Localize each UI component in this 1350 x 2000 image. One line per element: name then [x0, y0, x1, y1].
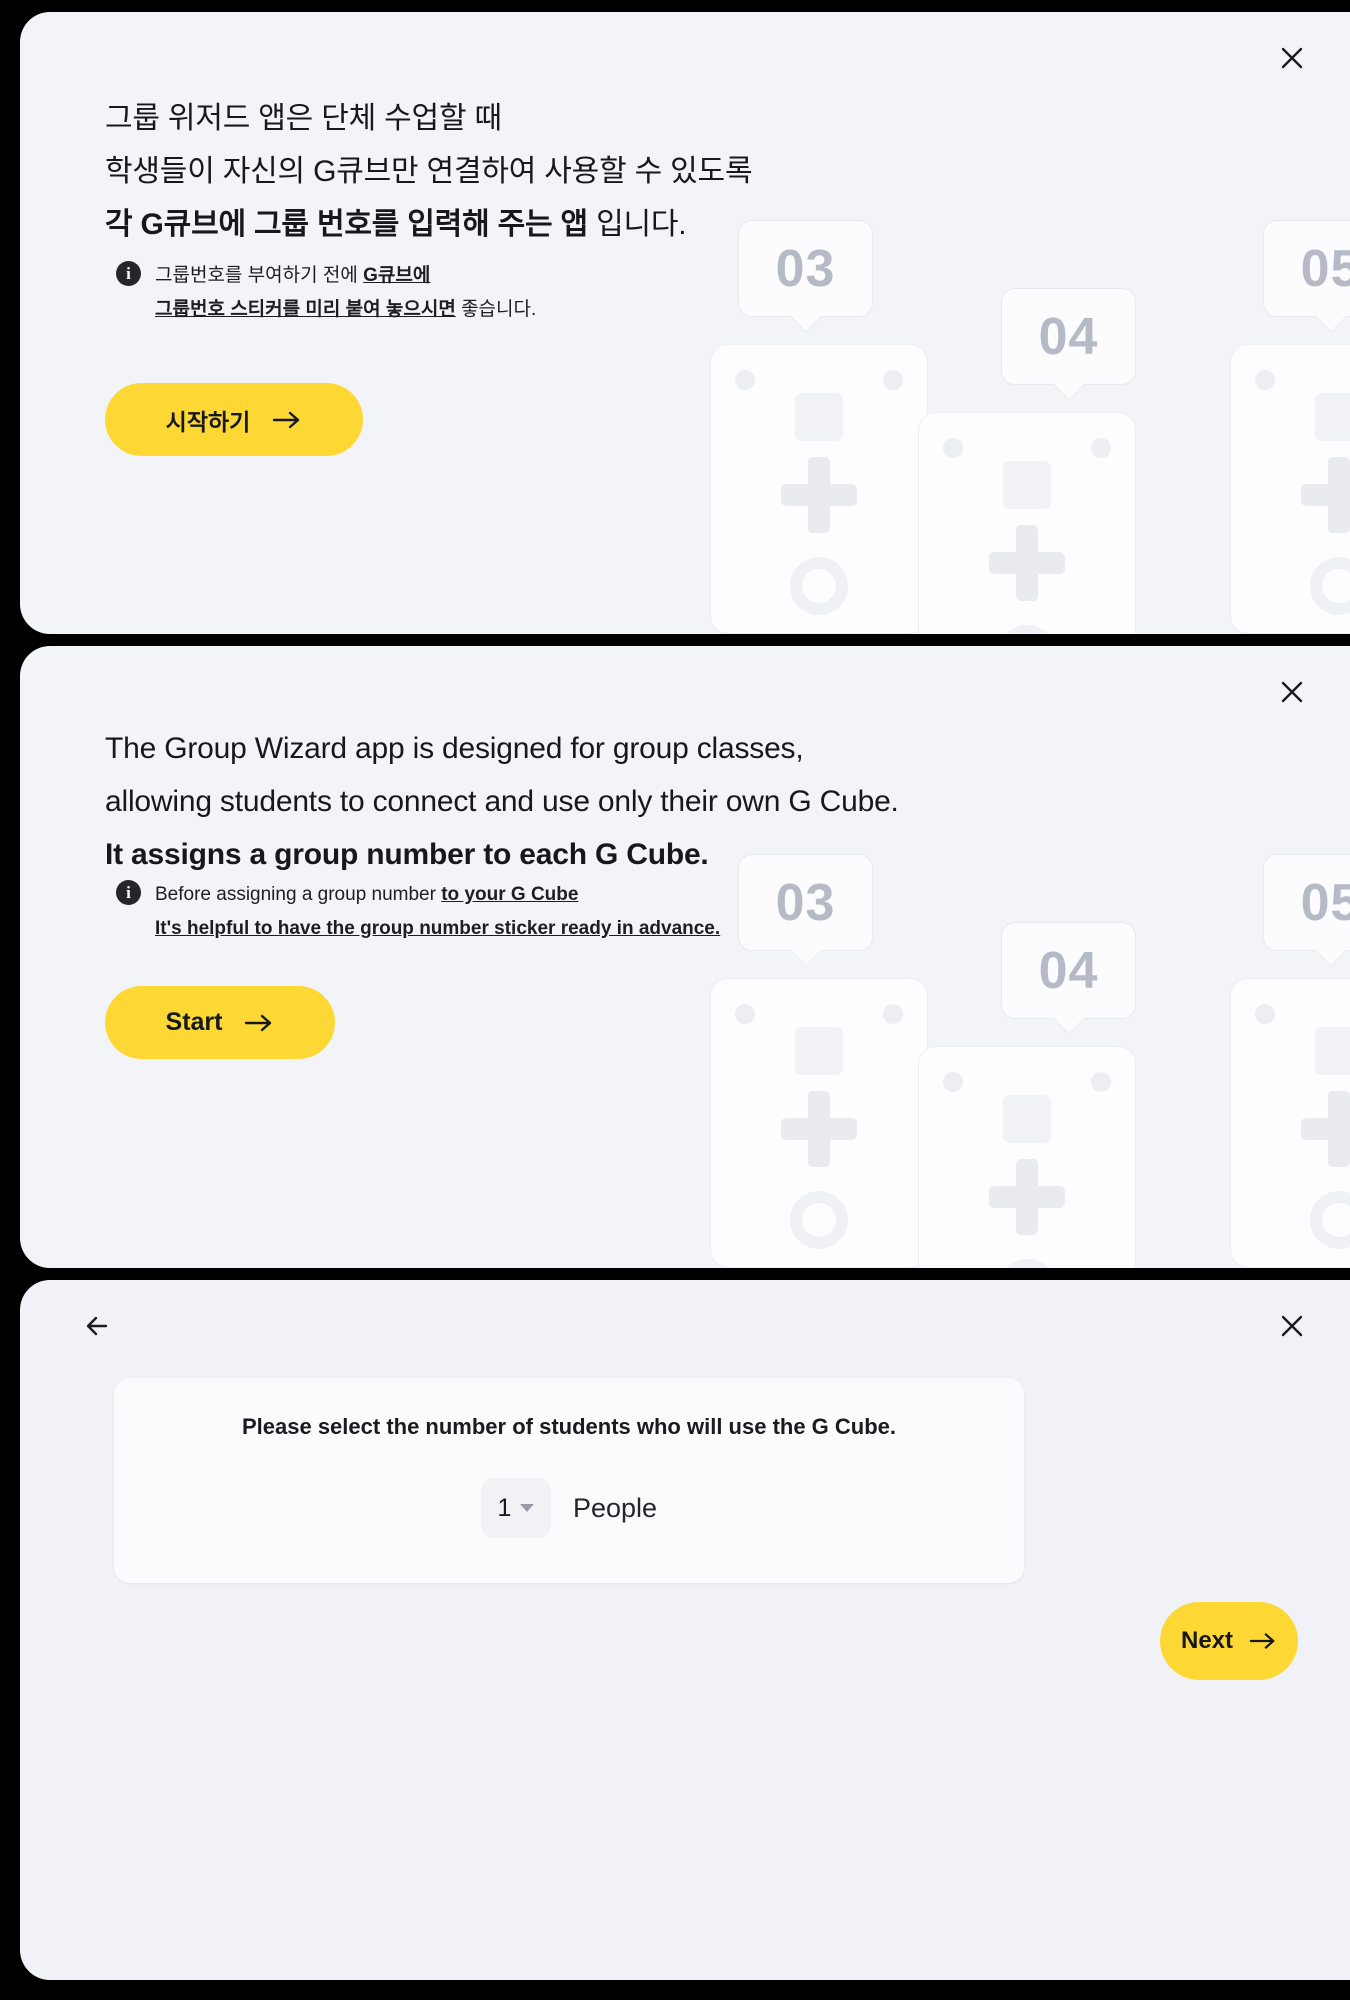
cube-dot-left — [735, 1004, 755, 1024]
close-icon[interactable] — [1272, 38, 1312, 78]
intro-copy-english: The Group Wizard app is designed for gro… — [105, 722, 899, 881]
gcube-card — [710, 978, 928, 1268]
info-note-line-2-link: It's helpful to have the group number st… — [155, 918, 721, 939]
bubble-number-03: 03 — [738, 220, 873, 317]
info-note-line-2: 그룹번호 스티커를 미리 붙여 놓으시면 좋습니다. — [155, 293, 536, 327]
info-note-line-1: Before assigning a group number to your … — [155, 878, 720, 912]
app-screen: 그룹 위저드 앱은 단체 수업할 때 학생들이 자신의 G큐브만 연결하여 사용… — [0, 0, 1350, 2000]
cube-dot-left — [1255, 370, 1275, 390]
next-button-label: Next — [1180, 1627, 1234, 1654]
chevron-down-icon — [520, 1504, 535, 1512]
bubble-number-04: 04 — [1001, 288, 1136, 385]
info-icon: i — [116, 261, 141, 286]
start-button-label: 시작하기 — [165, 408, 251, 435]
cube-dot-right — [883, 370, 903, 390]
panel-intro-english: The Group Wizard app is designed for gro… — [20, 646, 1350, 1268]
cube-ring — [1310, 1191, 1350, 1249]
plus-icon — [781, 457, 857, 533]
bubble-number-05: 05 — [1263, 854, 1350, 951]
plus-icon — [781, 1091, 857, 1167]
headline-line-2: 학생들이 자신의 G큐브만 연결하여 사용할 수 있도록 — [105, 155, 753, 188]
start-button[interactable]: 시작하기 — [105, 383, 363, 456]
plus-icon — [1301, 457, 1350, 533]
student-count-card: Please select the number of students who… — [114, 1378, 1024, 1583]
plus-icon — [989, 525, 1065, 601]
cube-dot-right — [883, 1004, 903, 1024]
headline-line-3: 각 G큐브에 그룹 번호를 입력해 주는 앱 입니다. — [105, 198, 752, 251]
cube-illustration-korean: 03 04 05 — [710, 214, 1350, 634]
info-note-english: i Before assigning a group number to you… — [116, 878, 720, 946]
plus-icon — [1301, 1091, 1350, 1167]
panel-intro-korean: 그룹 위저드 앱은 단체 수업할 때 학생들이 자신의 G큐브만 연결하여 사용… — [20, 12, 1350, 634]
info-icon: i — [116, 880, 141, 905]
arrow-right-icon — [1249, 1633, 1275, 1649]
info-note-text: Before assigning a group number to your … — [155, 878, 720, 946]
cube-ring — [998, 625, 1056, 634]
cube-square — [1003, 1095, 1051, 1143]
cube-square — [1315, 1027, 1350, 1075]
cube-square — [795, 393, 843, 441]
bubble-number-04: 04 — [1001, 922, 1136, 1019]
cube-ring — [1310, 557, 1350, 615]
student-count-dropdown[interactable]: 1 — [480, 1478, 551, 1538]
back-arrow-icon[interactable] — [78, 1306, 118, 1346]
cube-illustration-english: 03 04 05 — [710, 848, 1350, 1268]
intro-copy-korean: 그룹 위저드 앱은 단체 수업할 때 학생들이 자신의 G큐브만 연결하여 사용… — [105, 92, 753, 251]
cube-ring — [790, 1191, 848, 1249]
cube-square — [1003, 461, 1051, 509]
unit-label: People — [572, 1492, 658, 1523]
cube-square — [1315, 393, 1350, 441]
headline-line-1: The Group Wizard app is designed for gro… — [105, 732, 804, 765]
card-title: Please select the number of students who… — [241, 1414, 897, 1439]
student-count-selector-row: 1 People — [114, 1478, 1024, 1538]
info-note-line-1-link: to your G Cube — [441, 884, 579, 905]
arrow-right-icon — [273, 411, 300, 428]
cube-dot-left — [943, 438, 963, 458]
cube-dot-left — [943, 1072, 963, 1092]
headline-emphasis: 각 G큐브에 그룹 번호를 입력해 주는 앱 — [105, 208, 588, 241]
bubble-number-05: 05 — [1263, 220, 1350, 317]
cube-dot-left — [735, 370, 755, 390]
gcube-card — [1230, 978, 1350, 1268]
next-button[interactable]: Next — [1160, 1602, 1298, 1680]
arrow-right-icon — [245, 1014, 272, 1031]
gcube-card — [918, 412, 1136, 634]
headline-line-2: allowing students to connect and use onl… — [105, 785, 899, 818]
plus-icon — [989, 1159, 1065, 1235]
info-note-line-2: It's helpful to have the group number st… — [155, 912, 720, 946]
headline-tail: 입니다. — [587, 208, 687, 241]
close-icon[interactable] — [1272, 672, 1312, 712]
panel-select-students: Please select the number of students who… — [20, 1280, 1350, 1980]
cube-dot-right — [1091, 1072, 1111, 1092]
gcube-card — [1230, 344, 1350, 634]
start-button[interactable]: Start — [105, 986, 335, 1059]
info-note-line-2-link: 그룹번호 스티커를 미리 붙여 놓으시면 — [155, 299, 456, 320]
info-note-korean: i 그룹번호를 부여하기 전에 G큐브에 그룹번호 스티커를 미리 붙여 놓으시… — [116, 259, 536, 327]
cube-ring — [998, 1259, 1056, 1268]
gcube-card — [710, 344, 928, 634]
info-note-line-1-plain: Before assigning a group number — [155, 884, 442, 905]
headline-line-3: It assigns a group number to each G Cube… — [105, 838, 709, 871]
cube-dot-right — [1091, 438, 1111, 458]
student-count-value: 1 — [497, 1493, 512, 1522]
close-icon[interactable] — [1272, 1306, 1312, 1346]
cube-dot-left — [1255, 1004, 1275, 1024]
info-note-line-1-link: G큐브에 — [363, 265, 431, 286]
headline-line-1: 그룹 위저드 앱은 단체 수업할 때 — [105, 102, 502, 135]
info-note-line-1: 그룹번호를 부여하기 전에 G큐브에 — [155, 259, 536, 293]
cube-ring — [790, 557, 848, 615]
gcube-card — [918, 1046, 1136, 1268]
cube-square — [795, 1027, 843, 1075]
info-note-line-2-tail: 좋습니다. — [455, 299, 537, 320]
info-note-text: 그룹번호를 부여하기 전에 G큐브에 그룹번호 스티커를 미리 붙여 놓으시면 … — [155, 259, 536, 327]
start-button-label: Start — [165, 1008, 223, 1036]
info-note-line-1-plain: 그룹번호를 부여하기 전에 — [155, 265, 364, 286]
